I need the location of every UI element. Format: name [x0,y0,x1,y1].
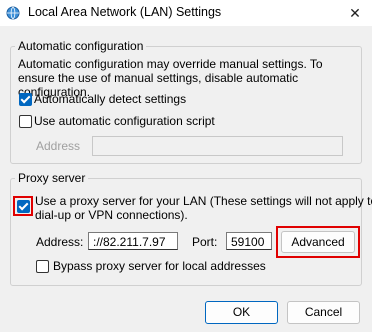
use-automatic-configuration-script-label: Use automatic configuration script [34,114,215,128]
window-title: Local Area Network (LAN) Settings [28,5,222,19]
use-proxy-server-label-line2: dial-up or VPN connections). [35,208,188,222]
proxy-address-label: Address: [36,235,84,249]
proxy-port-input[interactable]: 59100 [226,232,272,250]
proxy-address-input[interactable]: ://82.211.7.97 [88,232,178,250]
script-address-label: Address [36,139,81,153]
bypass-proxy-local-checkbox[interactable] [36,260,49,273]
use-proxy-server-checkbox[interactable] [17,200,30,213]
proxy-server-legend: Proxy server [15,171,89,185]
automatic-configuration-legend: Automatic configuration [15,39,147,53]
advanced-button[interactable]: Advanced [281,231,355,253]
ok-button[interactable]: OK [205,301,278,324]
use-proxy-server-label-line1: Use a proxy server for your LAN (These s… [35,194,372,208]
automatically-detect-settings-checkbox[interactable] [19,93,32,106]
cancel-button[interactable]: Cancel [287,301,360,324]
proxy-port-label: Port: [192,235,218,249]
bypass-proxy-local-label: Bypass proxy server for local addresses [53,259,266,273]
script-address-input[interactable] [92,136,343,156]
use-automatic-configuration-script-checkbox[interactable] [19,115,32,128]
close-button[interactable]: ✕ [341,1,369,25]
automatically-detect-settings-label: Automatically detect settings [34,92,187,106]
network-globe-icon [6,6,20,20]
